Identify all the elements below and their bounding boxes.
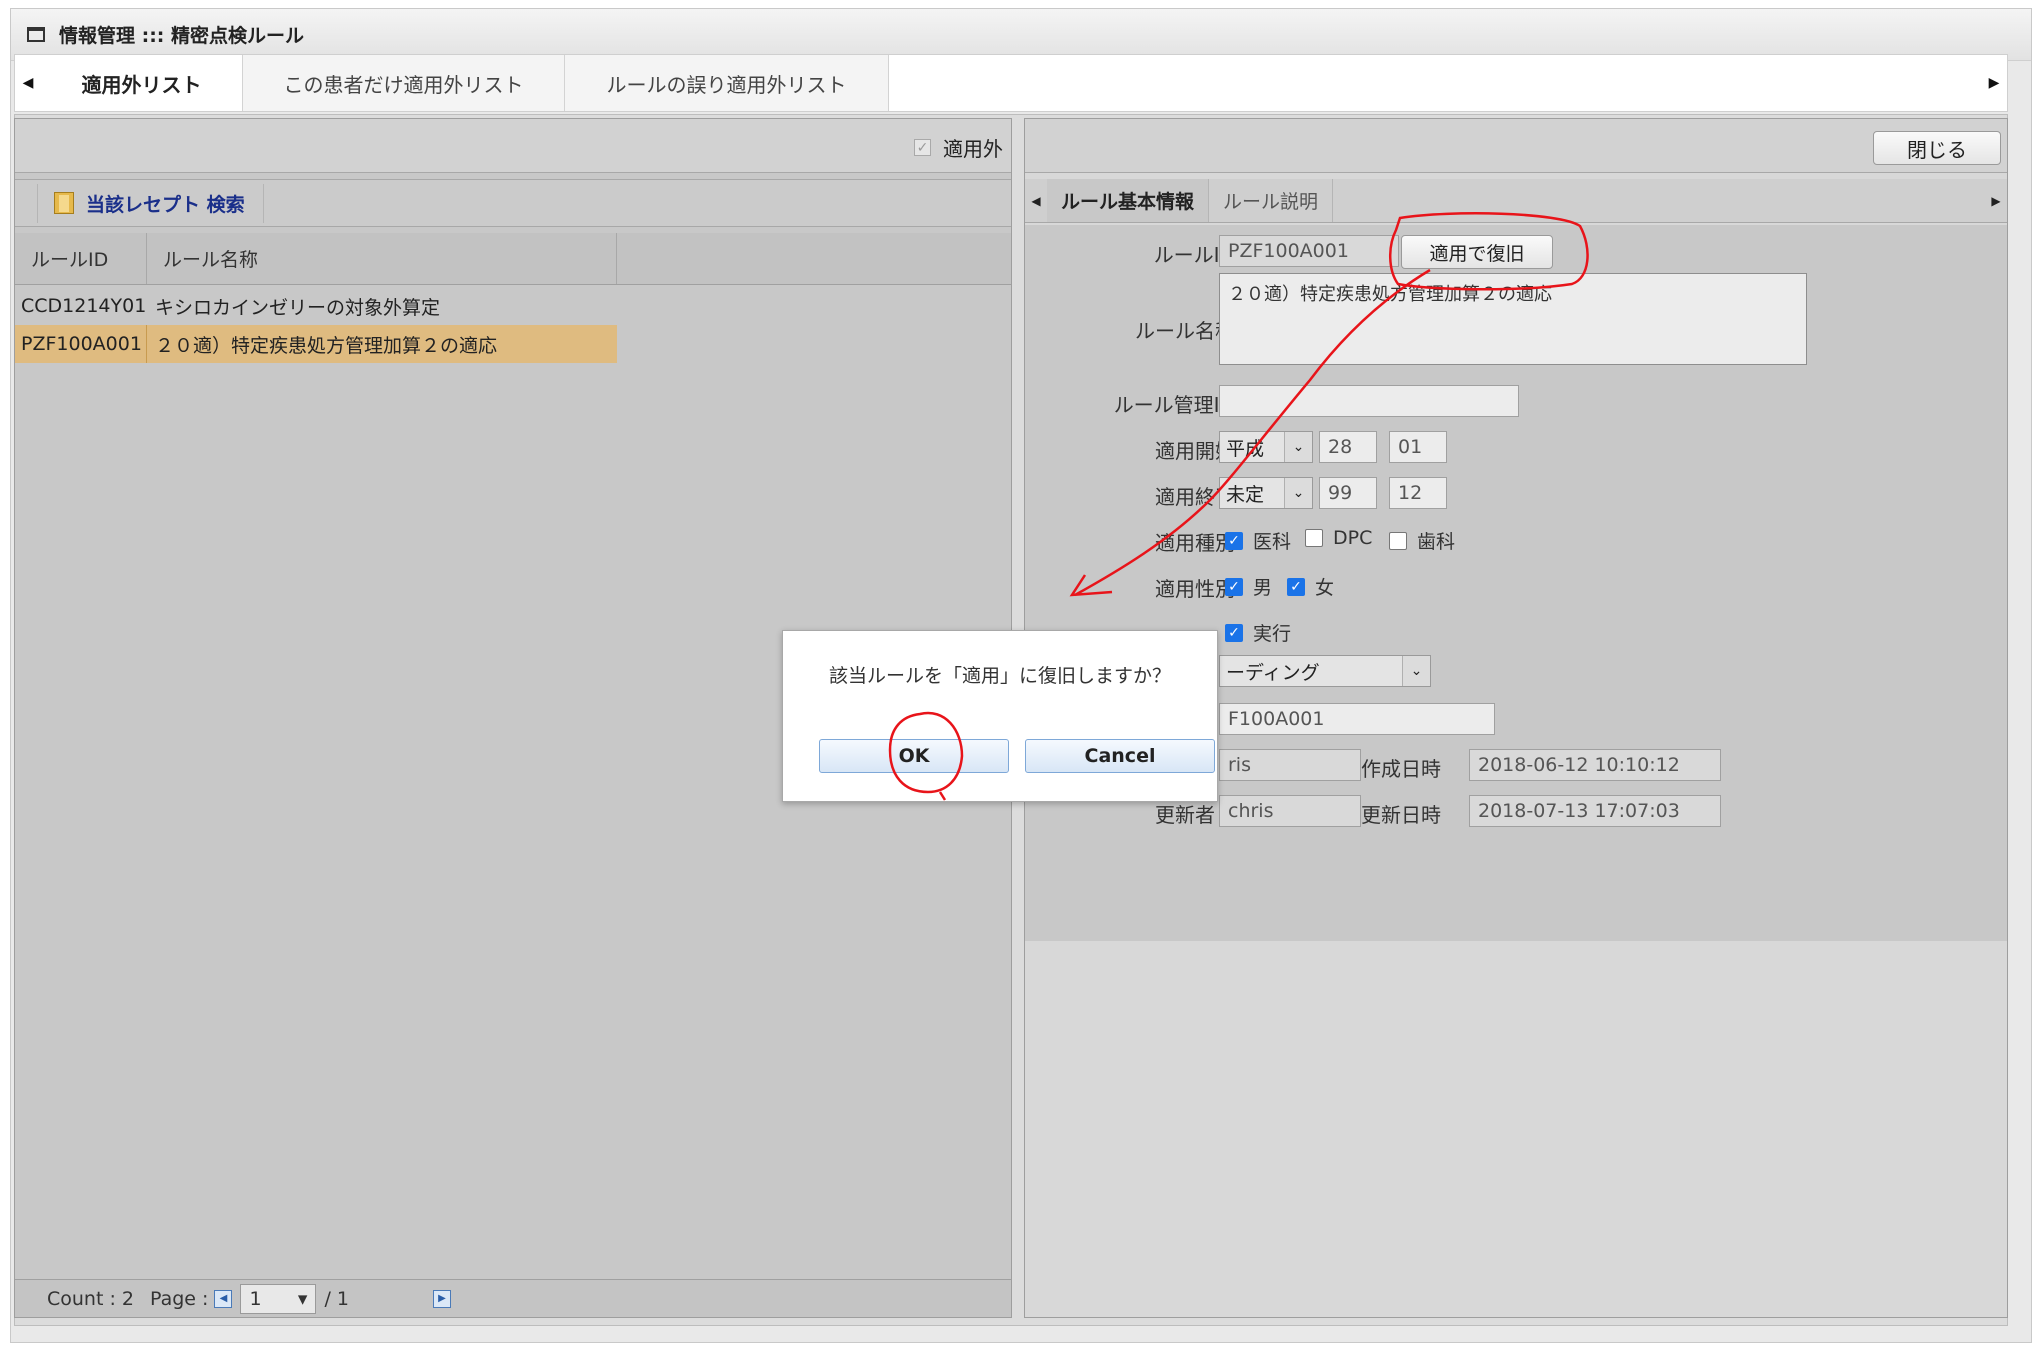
label-updater: 更新者	[1155, 803, 1215, 827]
label-apply-gender: 適用性別	[1155, 577, 1235, 601]
column-header-rule-id[interactable]: ルールID	[15, 233, 147, 284]
label-rule-name: ルール名称	[1135, 319, 1235, 343]
detail-tab-right-icon[interactable]: ▶	[1985, 179, 2007, 222]
page-label: Page :	[150, 1287, 209, 1310]
table-row-selected[interactable]: PZF100A001 ２０適）特定疾患処方管理加算２の適応	[15, 325, 617, 363]
execute-checkbox[interactable]: ✓ 実行	[1225, 619, 1291, 646]
column-header-rule-name[interactable]: ルール名称	[147, 233, 617, 284]
label-rule-mgmt-id: ルール管理ID	[1113, 393, 1235, 417]
restore-apply-button[interactable]: 適用で復旧	[1401, 235, 1553, 269]
cell-rule-id: PZF100A001	[15, 325, 147, 363]
cancel-button[interactable]: Cancel	[1025, 739, 1215, 773]
tab-scroll-right-icon[interactable]: ▶	[1981, 55, 2007, 111]
end-era-select[interactable]: 未定 ⌄	[1219, 477, 1313, 509]
created-at-field: 2018-06-12 10:10:12	[1469, 749, 1721, 781]
execute-label: 実行	[1253, 623, 1292, 645]
checkbox-checked-icon: ✓	[1225, 531, 1243, 550]
gender-male-checkbox[interactable]: ✓ 男	[1225, 573, 1272, 600]
page-select-value: 1	[249, 1287, 262, 1310]
label-apply-kind: 適用種別	[1155, 531, 1235, 555]
receipt-search-label: 当該レセプト 検索	[86, 193, 245, 216]
main-tab-bar: ◀ 適用外リスト この患者だけ適用外リスト ルールの誤り適用外リスト ▶	[14, 54, 2008, 112]
rule-mgmt-id-field[interactable]	[1219, 385, 1519, 417]
detail-tab-bar: ◀ ルール基本情報 ルール説明 ▶	[1025, 179, 2007, 223]
start-year-field[interactable]: 28	[1319, 431, 1377, 463]
chevron-down-icon: ⌄	[1402, 656, 1430, 686]
mode-select[interactable]: ーディング ⌄	[1219, 655, 1431, 687]
end-month-field[interactable]: 12	[1389, 477, 1447, 509]
tab-rule-error-exclusion-list[interactable]: ルールの誤り適用外リスト	[565, 55, 889, 111]
kind-dental-checkbox[interactable]: 歯科	[1389, 527, 1455, 554]
exclusion-filter-label: 適用外	[943, 137, 1003, 161]
grid-header: ルールID ルール名称	[15, 233, 1011, 285]
receipt-search-button[interactable]: 当該レセプト 検索	[37, 183, 264, 223]
exclusion-filter[interactable]: ✓ 適用外	[914, 133, 1003, 162]
checkbox-unchecked-icon	[1305, 529, 1323, 547]
grid-body: CCD1214Y01 キシロカインゼリーの対象外算定 PZF100A001 ２０…	[15, 287, 1011, 363]
chevron-down-icon: ▾	[297, 1287, 308, 1310]
mode-select-value: ーディング	[1226, 661, 1320, 684]
prev-page-icon[interactable]: ◀	[214, 1289, 233, 1308]
gender-male-label: 男	[1253, 577, 1273, 599]
record-count: Count : 2	[47, 1287, 134, 1310]
page-select[interactable]: 1 ▾	[240, 1283, 317, 1314]
confirm-dialog: 該当ルールを「適用」に復旧しますか？ OK Cancel	[782, 630, 1218, 802]
rule-id-field: PZF100A001	[1219, 235, 1399, 267]
cell-rule-name: キシロカインゼリーの対象外算定	[155, 296, 441, 319]
end-year-field[interactable]: 99	[1319, 477, 1377, 509]
start-month-field[interactable]: 01	[1389, 431, 1447, 463]
label-rule-id: ルールID	[1153, 243, 1235, 267]
folder-icon	[54, 192, 74, 214]
chevron-down-icon: ⌄	[1284, 478, 1312, 508]
gender-female-checkbox[interactable]: ✓ 女	[1287, 573, 1334, 600]
window-icon	[27, 27, 45, 42]
pager: Count : 2 Page : ◀ 1 ▾ / 1 ▶	[15, 1279, 1011, 1317]
chevron-down-icon: ⌄	[1284, 432, 1312, 462]
tab-scroll-left-icon[interactable]: ◀	[15, 55, 41, 111]
label-apply-start: 適用開始	[1155, 439, 1235, 463]
end-era-value: 未定	[1226, 483, 1265, 506]
label-apply-end: 適用終了	[1155, 485, 1235, 509]
updated-at-field: 2018-07-13 17:07:03	[1469, 795, 1721, 827]
checkbox-checked-icon: ✓	[1225, 577, 1243, 596]
cell-rule-id: CCD1214Y01	[21, 295, 147, 317]
window-title: 情報管理 ::: 精密点検ルール	[59, 25, 305, 47]
kind-medical-checkbox[interactable]: ✓ 医科	[1225, 527, 1291, 554]
label-updated-at: 更新日時	[1361, 803, 1441, 827]
code-field[interactable]: F100A001	[1219, 703, 1495, 735]
page-total: / 1	[324, 1287, 349, 1310]
kind-dpc-checkbox[interactable]: DPC	[1305, 527, 1372, 549]
kind-medical-label: 医科	[1253, 531, 1292, 553]
exclusion-filter-checkbox[interactable]: ✓	[914, 139, 931, 156]
next-page-icon[interactable]: ▶	[432, 1289, 451, 1308]
rule-name-textarea[interactable]: ２０適）特定疾患処方管理加算２の適応	[1219, 273, 1807, 365]
label-created-at: 作成日時	[1361, 757, 1441, 781]
close-button[interactable]: 閉じる	[1873, 131, 2001, 165]
rule-form: ルールID PZF100A001 適用で復旧 ルール名称 ２０適）特定疾患処方管…	[1025, 225, 2007, 941]
checkbox-checked-icon: ✓	[1287, 577, 1305, 596]
tab-rule-description[interactable]: ルール説明	[1209, 179, 1334, 222]
tab-rule-basic-info[interactable]: ルール基本情報	[1047, 179, 1210, 222]
start-era-select[interactable]: 平成 ⌄	[1219, 431, 1313, 463]
confirm-message: 該当ルールを「適用」に復旧しますか？	[828, 665, 1171, 687]
gender-female-label: 女	[1315, 577, 1335, 599]
tab-patient-exclusion-list[interactable]: この患者だけ適用外リスト	[243, 55, 565, 111]
table-row[interactable]: CCD1214Y01 キシロカインゼリーの対象外算定	[15, 287, 1011, 325]
left-toolbar: ✓ 適用外	[15, 119, 1011, 173]
kind-dpc-label: DPC	[1333, 527, 1373, 549]
tab-exclusion-list[interactable]: 適用外リスト	[41, 55, 243, 111]
kind-dental-label: 歯科	[1417, 531, 1456, 553]
ok-button[interactable]: OK	[819, 739, 1009, 773]
checkbox-unchecked-icon	[1389, 531, 1407, 550]
start-era-value: 平成	[1226, 437, 1265, 460]
detail-tab-left-icon[interactable]: ◀	[1025, 179, 1047, 222]
cell-rule-name: ２０適）特定疾患処方管理加算２の適応	[155, 334, 498, 357]
search-toolbar: 当該レセプト 検索	[15, 179, 1011, 227]
right-toolbar: 閉じる	[1025, 119, 2007, 173]
checkbox-checked-icon: ✓	[1225, 623, 1243, 642]
